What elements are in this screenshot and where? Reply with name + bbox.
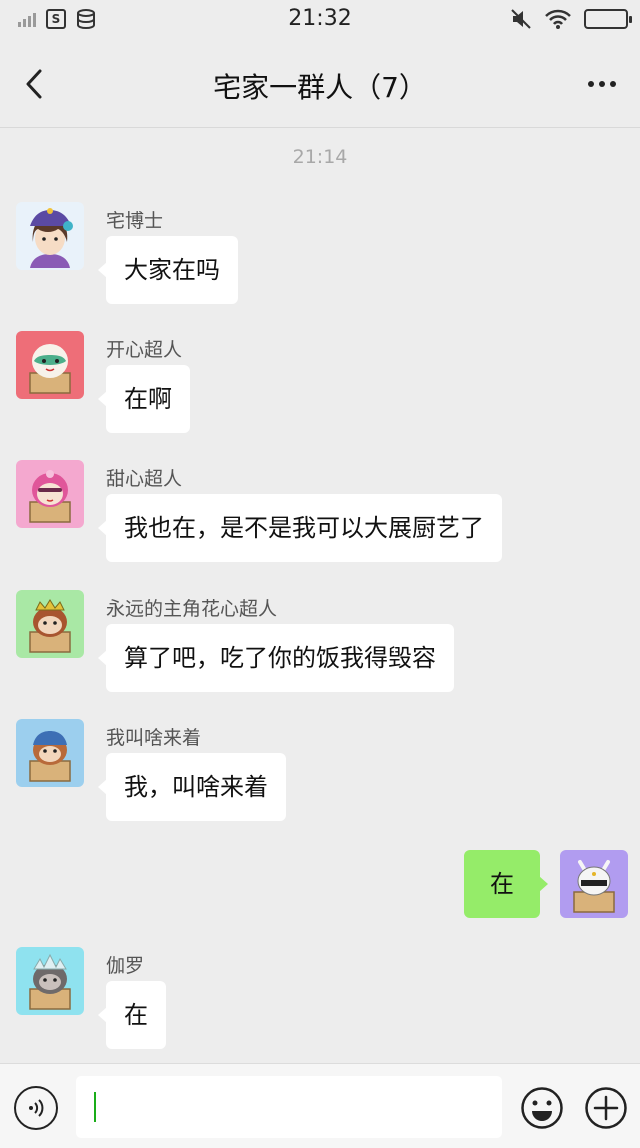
status-right	[510, 8, 632, 30]
avatar-image	[16, 719, 84, 787]
avatar-image	[16, 590, 84, 658]
wifi-icon	[545, 9, 571, 29]
message-bubble[interactable]: 算了吧，吃了你的饭我得毁容	[98, 624, 454, 692]
sender-name: 永远的主角花心超人	[106, 598, 278, 620]
message-bubble[interactable]: 我也在，是不是我可以大展厨艺了	[98, 494, 502, 562]
status-bar: S 21:32	[0, 0, 640, 40]
more-button[interactable]	[582, 66, 622, 102]
more-icon	[610, 81, 616, 87]
message-bubble[interactable]: 在啊	[98, 365, 190, 433]
avatar-image	[16, 202, 84, 270]
plus-icon[interactable]	[584, 1086, 628, 1130]
message-bubble[interactable]: 在	[464, 850, 548, 918]
chat-header: 宅家一群人（7）	[0, 40, 640, 128]
message-bubble[interactable]: 大家在吗	[98, 236, 238, 304]
voice-button[interactable]	[14, 1086, 58, 1130]
mute-icon	[511, 9, 531, 29]
sender-name: 开心超人	[106, 339, 183, 361]
battery-icon	[584, 9, 632, 29]
message-bubble[interactable]: 我，叫啥来着	[98, 753, 286, 821]
sender-name: 甜心超人	[106, 468, 183, 490]
voice-icon	[29, 1099, 44, 1117]
message-timestamp: 21:14	[292, 146, 348, 168]
more-icon	[599, 81, 605, 87]
avatar[interactable]	[16, 202, 84, 270]
sender-name: 宅博士	[106, 210, 164, 232]
avatar-image	[16, 331, 84, 399]
message-input[interactable]	[76, 1076, 502, 1138]
text-cursor	[94, 1092, 96, 1122]
avatar-image	[560, 850, 628, 918]
sender-name: 我叫啥来着	[106, 727, 202, 749]
chat-title: 宅家一群人（7）	[213, 71, 427, 104]
more-icon	[588, 81, 594, 87]
avatar[interactable]	[560, 850, 628, 918]
avatar-image	[16, 460, 84, 528]
avatar[interactable]	[16, 719, 84, 787]
avatar[interactable]	[16, 460, 84, 528]
avatar[interactable]	[16, 590, 84, 658]
avatar[interactable]	[16, 947, 84, 1015]
sender-name: 伽罗	[106, 955, 145, 977]
input-bar	[0, 1063, 640, 1148]
avatar[interactable]	[16, 331, 84, 399]
emoji-icon[interactable]	[520, 1086, 564, 1130]
avatar-image	[16, 947, 84, 1015]
message-bubble[interactable]: 在	[98, 981, 166, 1049]
